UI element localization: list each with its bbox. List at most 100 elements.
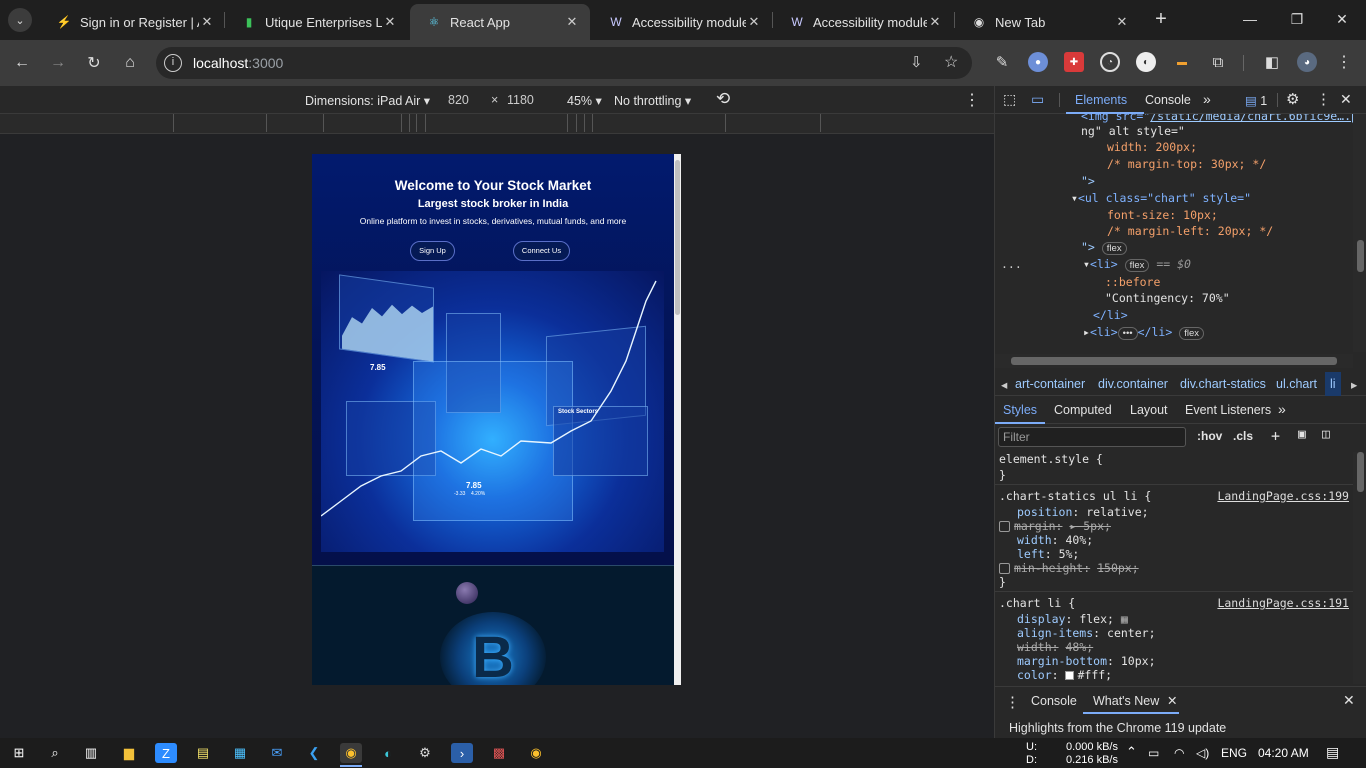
breadcrumb-item[interactable]: art-container	[1015, 377, 1085, 391]
style-declaration[interactable]: position: relative;	[1017, 505, 1149, 519]
more-options-icon[interactable]: ⋮	[964, 90, 980, 110]
image-src-link[interactable]: /static/media/chart.6bfic9e….p	[1150, 114, 1353, 123]
forward-icon[interactable]: →	[46, 51, 70, 75]
address-bar[interactable]: i localhost:3000 ⇩ ☆	[156, 47, 972, 79]
style-declaration[interactable]: width: 40%;	[1017, 533, 1093, 547]
extension-icon[interactable]: ●	[1028, 52, 1048, 72]
sign-up-button[interactable]: Sign Up	[410, 241, 455, 261]
close-window-button[interactable]: ✕	[1322, 8, 1362, 30]
store-icon[interactable]: ▦	[229, 743, 251, 763]
style-declaration[interactable]: left: 5%;	[1017, 547, 1079, 561]
style-declaration[interactable]: color: #fff;	[1017, 668, 1112, 682]
more-tabs-icon[interactable]: »	[1203, 91, 1211, 107]
avatar[interactable]: ◕	[1297, 52, 1317, 72]
page-scrollbar[interactable]	[674, 154, 681, 685]
close-icon[interactable]: ✕	[1167, 693, 1177, 708]
puzzle-icon[interactable]: ⧉	[1208, 52, 1228, 72]
stylesheet-link[interactable]: LandingPage.css:191	[1217, 596, 1349, 610]
install-app-icon[interactable]: ⇩	[910, 53, 923, 71]
styles-pane[interactable]: element.style { } .chart-statics ul li {…	[995, 452, 1353, 684]
task-view-icon[interactable]: ▥	[80, 743, 102, 763]
breadcrumb-left-arrow[interactable]: ◂	[1001, 377, 1007, 392]
color-swatch[interactable]	[1065, 671, 1075, 680]
issues-badge[interactable]: ▤ 1	[1245, 93, 1267, 108]
tab-styles[interactable]: Styles	[1003, 403, 1037, 417]
checkbox[interactable]	[999, 521, 1010, 532]
style-declaration[interactable]: width: 48%;	[1017, 640, 1093, 654]
more-tabs-icon[interactable]: »	[1278, 401, 1286, 417]
style-declaration[interactable]: min-height: 150px;	[999, 561, 1139, 575]
throttling-select[interactable]: No throttling ▾	[614, 93, 691, 108]
reload-icon[interactable]: ↻	[82, 51, 106, 75]
styles-scrollbar[interactable]	[1353, 452, 1366, 684]
inspect-element-icon[interactable]: ⬚	[1003, 91, 1016, 108]
new-tab-button[interactable]: +	[1150, 8, 1172, 30]
restore-button[interactable]: ❐	[1277, 8, 1317, 30]
dimensions-select[interactable]: Dimensions: iPad Air ▾	[305, 93, 430, 108]
back-icon[interactable]: ←	[10, 51, 34, 75]
tab-accessibility-2[interactable]: W Accessibility module | ✕	[773, 4, 953, 40]
chrome-canary-icon[interactable]: ◉	[525, 743, 547, 763]
close-icon[interactable]: ✕	[927, 14, 943, 30]
bookmark-star-icon[interactable]: ☆	[944, 52, 958, 72]
hov-toggle[interactable]: :hov	[1197, 429, 1222, 443]
flex-badge[interactable]: flex	[1124, 259, 1150, 272]
eyedropper-icon[interactable]: ✎	[992, 52, 1012, 72]
breadcrumb-item[interactable]: div.chart-statics	[1180, 377, 1266, 391]
notepad-icon[interactable]: ▤	[192, 743, 214, 763]
close-drawer-icon[interactable]: ✕	[1343, 692, 1355, 709]
tab-event-listeners[interactable]: Event Listeners	[1185, 403, 1271, 417]
extension-icon[interactable]: ◐	[1136, 52, 1156, 72]
new-style-rule-icon[interactable]: +	[1271, 427, 1280, 445]
site-info-icon[interactable]: i	[164, 54, 182, 72]
zoom-select[interactable]: 45% ▾	[567, 93, 602, 108]
connect-us-button[interactable]: Connect Us	[513, 241, 570, 261]
device-height-input[interactable]: 1180	[507, 93, 534, 107]
settings-gear-icon[interactable]: ⚙	[1286, 90, 1299, 108]
node-options-dots[interactable]: ...	[1001, 257, 1022, 271]
language-indicator[interactable]: ENG	[1221, 746, 1247, 760]
stylesheet-link[interactable]: LandingPage.css:199	[1217, 489, 1349, 503]
side-panel-icon[interactable]: ◧	[1262, 52, 1282, 72]
style-declaration[interactable]: align-items: center;	[1017, 626, 1156, 640]
windows-start-icon[interactable]: ⊞	[8, 743, 30, 763]
powershell-icon[interactable]: ›	[451, 743, 473, 763]
elements-scrollbar[interactable]	[1353, 114, 1366, 352]
archive-icon[interactable]: ▩	[488, 743, 510, 763]
tab-sign-in[interactable]: ⚡ Sign in or Register | A ✕	[40, 4, 225, 40]
settings-gear-icon[interactable]: ⚙	[414, 743, 436, 763]
close-icon[interactable]: ✕	[1114, 14, 1130, 30]
volume-icon[interactable]: ◁)	[1196, 746, 1209, 760]
clock[interactable]: 04:20 AM	[1258, 746, 1309, 760]
cls-toggle[interactable]: .cls	[1233, 429, 1253, 443]
flex-badge[interactable]: flex	[1101, 242, 1127, 255]
elements-tree[interactable]: <img src="/static/media/chart.6bfic9e….p…	[995, 114, 1353, 342]
more-options-icon[interactable]: ⋮	[1316, 90, 1331, 108]
minimize-button[interactable]: —	[1230, 8, 1270, 30]
close-icon[interactable]: ✕	[564, 14, 580, 30]
edge-icon[interactable]: ◐	[377, 743, 399, 763]
style-declaration[interactable]: margin: ▸ 5px;	[999, 519, 1111, 533]
drawer-tab-console[interactable]: Console	[1031, 694, 1077, 708]
tab-console[interactable]: Console	[1145, 93, 1191, 107]
device-toolbar-icon[interactable]: ▭	[1031, 91, 1044, 108]
tab-search-button[interactable]: ⌄	[8, 8, 32, 32]
mail-icon[interactable]: ✉	[266, 743, 288, 763]
zoom-icon[interactable]: Z	[155, 743, 177, 763]
notification-icon[interactable]: ▤	[1326, 744, 1339, 761]
close-icon[interactable]: ✕	[746, 14, 762, 30]
extension-icon[interactable]: ✚	[1064, 52, 1084, 72]
breadcrumb-item[interactable]: ul.chart	[1276, 377, 1317, 391]
drawer-tab-whats-new[interactable]: What's New	[1093, 694, 1159, 708]
more-menu-icon[interactable]: ⋮	[1334, 52, 1354, 72]
extension-icon[interactable]: ▬	[1172, 52, 1192, 72]
battery-icon[interactable]: ▭	[1148, 746, 1159, 760]
vscode-icon[interactable]: ❮	[303, 743, 325, 763]
checkbox[interactable]	[999, 563, 1010, 574]
tab-elements[interactable]: Elements	[1075, 93, 1127, 107]
tab-accessibility-1[interactable]: W Accessibility module | ✕	[592, 4, 772, 40]
tab-new-tab[interactable]: ◉ New Tab ✕	[955, 4, 1140, 40]
style-declaration[interactable]: display: flex; ▦	[1017, 612, 1128, 626]
paint-brush-icon[interactable]: ▣	[1298, 427, 1306, 442]
gauge-icon[interactable]: ◔	[1100, 52, 1120, 72]
